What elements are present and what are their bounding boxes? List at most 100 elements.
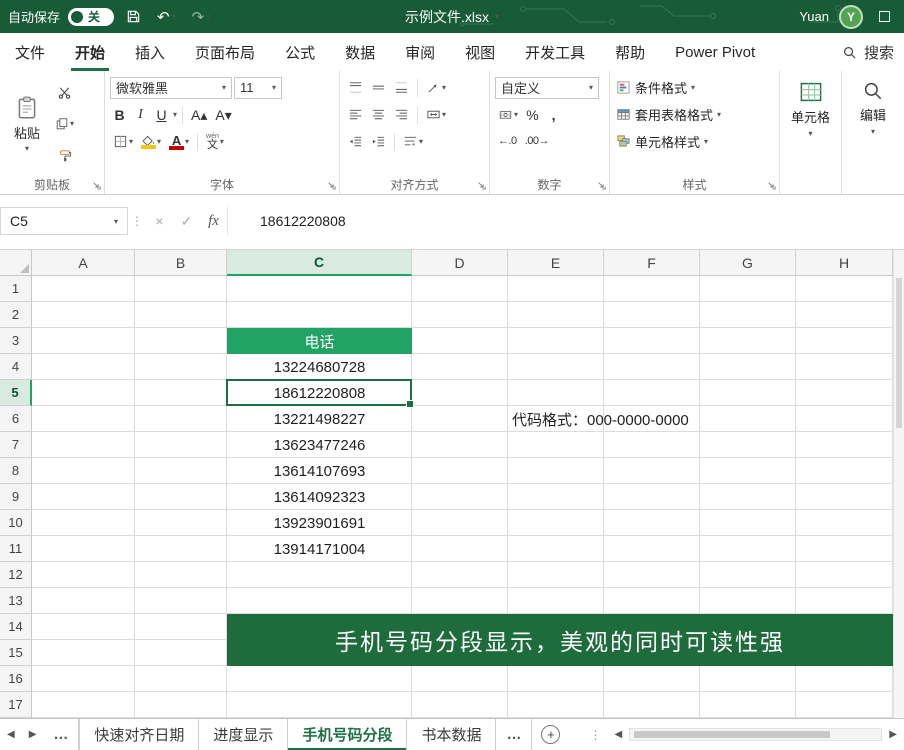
align-bottom-button[interactable] xyxy=(391,77,412,99)
autosave-toggle[interactable]: 关 xyxy=(68,8,114,26)
decrease-font-size-button[interactable]: A▾ xyxy=(212,104,234,126)
cell-C7[interactable]: 13623477246 xyxy=(227,432,412,458)
font-size-select[interactable]: 11 ▾ xyxy=(234,77,282,99)
row-header-2[interactable]: 2 xyxy=(0,302,32,328)
sheet-tab-book-data[interactable]: 书本数据 xyxy=(407,719,496,750)
align-center-button[interactable] xyxy=(368,104,389,126)
sheet-tab-quick-align-date[interactable]: 快速对齐日期 xyxy=(79,719,199,750)
ribbon-tab-formulas[interactable]: 公式 xyxy=(270,33,330,71)
sheet-tab-phone-number-segment[interactable]: 手机号码分段 xyxy=(288,719,407,750)
banner-cell[interactable]: 手机号码分段显示，美观的同时可读性强 xyxy=(227,614,893,666)
accounting-format-button[interactable]: ▾ xyxy=(495,104,521,126)
save-button[interactable] xyxy=(122,7,145,26)
redo-button[interactable]: ↷ ▾ xyxy=(188,6,215,28)
cancel-entry-button[interactable]: × xyxy=(146,207,173,235)
ribbon-tab-help[interactable]: 帮助 xyxy=(600,33,660,71)
row-header-14[interactable]: 14 xyxy=(0,614,32,640)
cell-C11[interactable]: 13914171004 xyxy=(227,536,412,562)
column-header-G[interactable]: G xyxy=(700,250,796,276)
tab-area-resize-grip[interactable]: ⋮ xyxy=(583,719,607,750)
font-color-button[interactable]: A ▾ xyxy=(166,131,192,153)
row-header-5[interactable]: 5 xyxy=(0,380,32,406)
cells-area[interactable]: 电话13224680728186122208081322149822713623… xyxy=(32,276,893,718)
user-name[interactable]: Yuan xyxy=(799,9,829,24)
sheet-nav-left[interactable]: ◀ xyxy=(0,719,22,750)
window-restore-button[interactable] xyxy=(873,11,896,22)
column-header-H[interactable]: H xyxy=(796,250,893,276)
row-header-15[interactable]: 15 xyxy=(0,640,32,666)
ribbon-tab-review[interactable]: 审阅 xyxy=(390,33,450,71)
bold-button[interactable]: B xyxy=(110,104,129,126)
styles-dialog-launcher[interactable] xyxy=(767,181,776,190)
cell-C4[interactable]: 13224680728 xyxy=(227,354,412,380)
column-header-F[interactable]: F xyxy=(604,250,700,276)
column-header-D[interactable]: D xyxy=(412,250,508,276)
conditional-formatting-button[interactable]: 条件格式 ▾ xyxy=(612,74,777,101)
cells-button[interactable]: 单元格 ▾ xyxy=(782,74,839,138)
row-header-6[interactable]: 6 xyxy=(0,406,32,432)
cell-C10[interactable]: 13923901691 xyxy=(227,510,412,536)
align-right-button[interactable] xyxy=(391,104,412,126)
align-middle-button[interactable] xyxy=(368,77,389,99)
confirm-entry-button[interactable]: ✓ xyxy=(173,207,200,235)
increase-indent-button[interactable] xyxy=(368,131,389,153)
font-name-select[interactable]: 微软雅黑 ▾ xyxy=(110,77,232,99)
merge-center-button[interactable]: ▾ xyxy=(423,104,449,126)
ribbon-search[interactable]: 搜索 xyxy=(832,33,904,71)
row-header-13[interactable]: 13 xyxy=(0,588,32,614)
ribbon-tab-home[interactable]: 开始 xyxy=(60,33,120,71)
increase-font-size-button[interactable]: A▴ xyxy=(188,104,210,126)
ribbon-tab-insert[interactable]: 插入 xyxy=(120,33,180,71)
column-header-A[interactable]: A xyxy=(32,250,135,276)
column-header-E[interactable]: E xyxy=(508,250,604,276)
hscroll-right-arrow[interactable]: ▶ xyxy=(882,719,904,750)
row-header-1[interactable]: 1 xyxy=(0,276,32,302)
hscroll-left-arrow[interactable]: ◀ xyxy=(607,719,629,750)
format-painter-button[interactable] xyxy=(52,145,77,167)
formula-input[interactable]: 18612220808 xyxy=(227,207,904,235)
editing-button[interactable]: 编辑 ▾ xyxy=(844,74,902,136)
avatar[interactable]: Y xyxy=(839,5,863,29)
ribbon-tab-view[interactable]: 视图 xyxy=(450,33,510,71)
column-header-B[interactable]: B xyxy=(135,250,227,276)
name-box-resize-handle[interactable]: ⋮ xyxy=(128,207,146,235)
decrease-indent-button[interactable] xyxy=(345,131,366,153)
copy-button[interactable]: ▾ xyxy=(52,113,77,135)
wrap-text-button[interactable]: ▾ xyxy=(400,131,426,153)
clipboard-dialog-launcher[interactable] xyxy=(92,181,101,190)
horizontal-scrollbar[interactable] xyxy=(629,728,882,741)
ribbon-tab-power-pivot[interactable]: Power Pivot xyxy=(660,33,770,71)
alignment-dialog-launcher[interactable] xyxy=(477,181,486,190)
number-dialog-launcher[interactable] xyxy=(597,181,606,190)
align-left-button[interactable] xyxy=(345,104,366,126)
cut-button[interactable] xyxy=(52,81,77,103)
cell-C8[interactable]: 13614107693 xyxy=(227,458,412,484)
decrease-decimal-button[interactable]: .00→ xyxy=(522,131,552,153)
column-header-C[interactable]: C xyxy=(227,250,412,276)
vertical-scrollbar[interactable] xyxy=(893,250,904,718)
ribbon-tab-developer[interactable]: 开发工具 xyxy=(510,33,600,71)
document-title[interactable]: 示例文件.xlsx ▾ xyxy=(405,7,499,27)
number-format-select[interactable]: 自定义 ▾ xyxy=(495,77,599,99)
horizontal-scrollbar-thumb[interactable] xyxy=(634,731,830,738)
borders-button[interactable]: ▾ xyxy=(110,131,136,153)
sheet-nav-right[interactable]: ▶ xyxy=(22,719,44,750)
cell-C9[interactable]: 13614092323 xyxy=(227,484,412,510)
font-dialog-launcher[interactable] xyxy=(327,181,336,190)
row-header-12[interactable]: 12 xyxy=(0,562,32,588)
comma-style-button[interactable]: , xyxy=(544,104,563,126)
align-top-button[interactable] xyxy=(345,77,366,99)
undo-button[interactable]: ↶ ▾ xyxy=(153,6,180,28)
cell-C3[interactable]: 电话 xyxy=(227,328,412,354)
row-header-3[interactable]: 3 xyxy=(0,328,32,354)
cell-C6[interactable]: 13221498227 xyxy=(227,406,412,432)
fill-color-button[interactable]: ▾ xyxy=(138,131,164,153)
sheet-tabs-overflow-right[interactable]: … xyxy=(496,719,532,750)
orientation-button[interactable]: ▾ xyxy=(423,77,449,99)
row-header-7[interactable]: 7 xyxy=(0,432,32,458)
new-sheet-button[interactable]: + xyxy=(541,725,560,744)
row-header-4[interactable]: 4 xyxy=(0,354,32,380)
name-box[interactable]: C5 ▾ xyxy=(0,207,128,235)
ribbon-tab-file[interactable]: 文件 xyxy=(0,33,60,71)
increase-decimal-button[interactable]: ←.0 xyxy=(495,131,520,153)
